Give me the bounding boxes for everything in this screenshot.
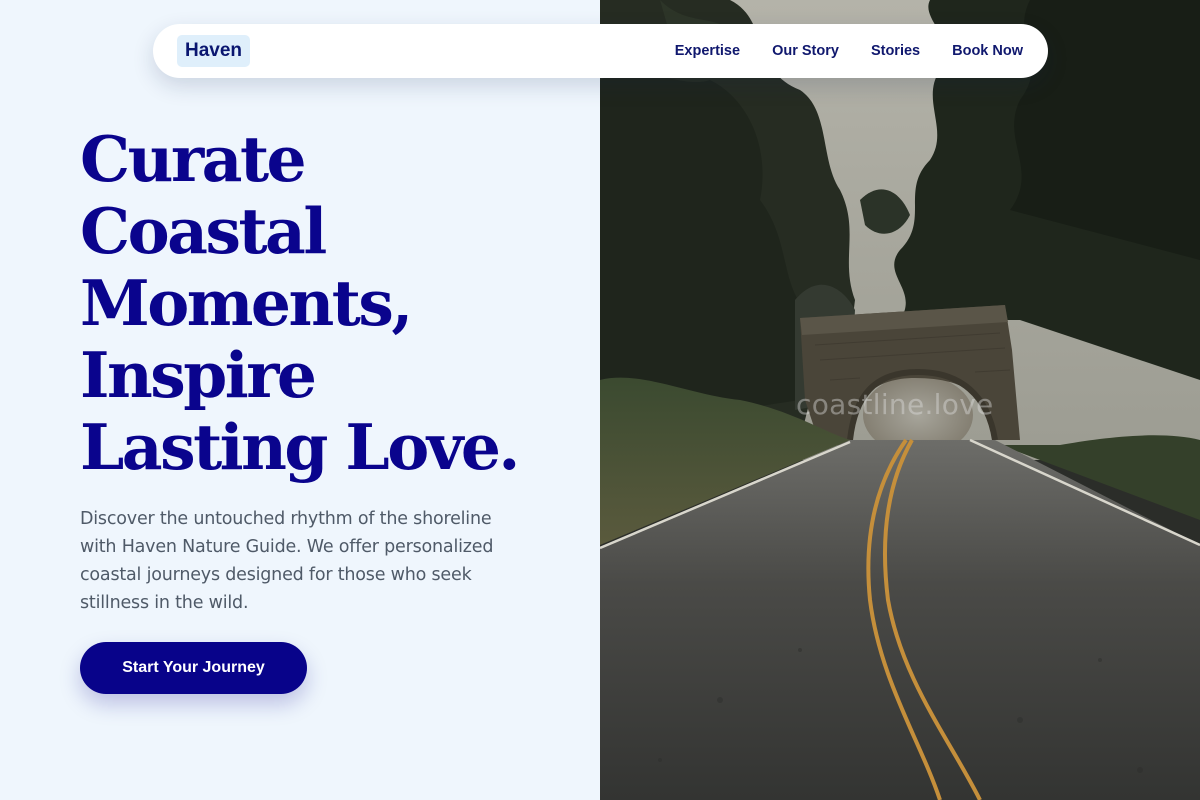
start-journey-button[interactable]: Start Your Journey: [80, 642, 307, 694]
nav-link-our-story[interactable]: Our Story: [772, 43, 839, 59]
headline-line-2: Coastal: [80, 194, 327, 268]
image-watermark: coastline.love: [796, 388, 994, 421]
nav-links: Expertise Our Story Stories Book Now: [675, 24, 1023, 78]
headline-line-3: Moments,: [80, 266, 413, 340]
headline-line-4: Inspire: [80, 338, 317, 412]
nav-link-stories[interactable]: Stories: [871, 43, 920, 59]
headline-line-5: Lasting Love.: [80, 410, 520, 484]
nav-link-expertise[interactable]: Expertise: [675, 43, 740, 59]
brand-logo[interactable]: Haven: [177, 35, 251, 67]
hero-headline: Curate Coastal Moments, Inspire Lasting …: [80, 123, 580, 483]
hero-description: Discover the untouched rhythm of the sho…: [80, 509, 494, 613]
top-navbar: Haven Expertise Our Story Stories Book N…: [153, 24, 1048, 78]
nav-link-book-now[interactable]: Book Now: [952, 43, 1023, 59]
headline-line-1: Curate: [80, 122, 307, 196]
